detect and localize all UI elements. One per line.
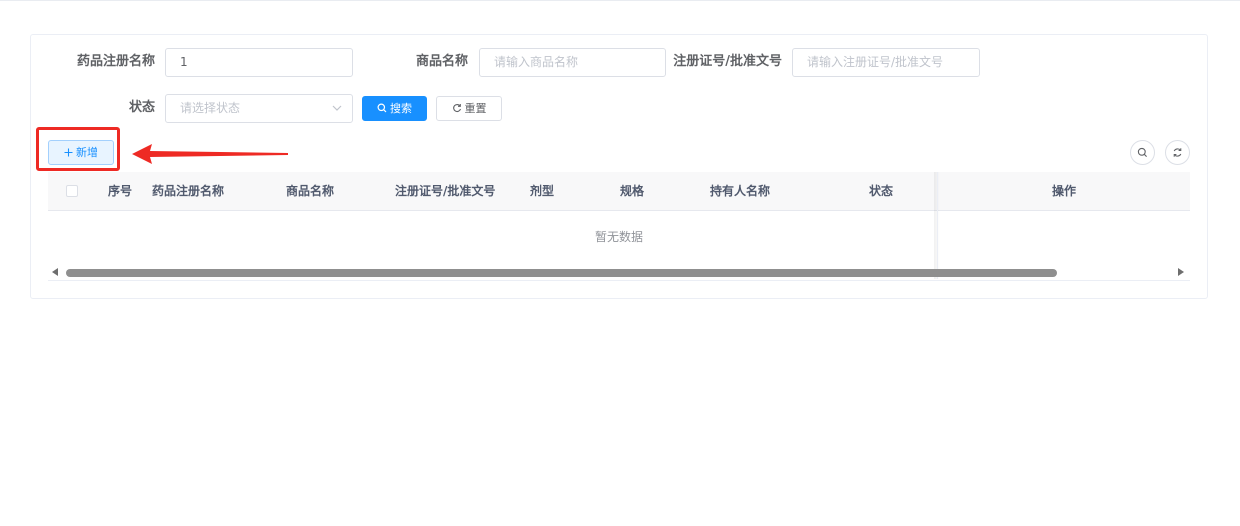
column-header-holder-name: 持有人名称 [710,184,771,198]
refresh-icon [452,103,461,113]
column-header-license-no: 注册证号/批准文号 [395,184,496,198]
status-select-placeholder: 请选择状态 [180,101,241,115]
empty-state-text: 暂无数据 [594,230,643,244]
license-no-input[interactable]: 请输入注册证号/批准文号 [792,48,980,77]
drug-reg-name-input[interactable]: 1 [165,48,353,77]
reset-button[interactable]: 重置 [436,96,502,121]
column-header-actions: 操作 [1052,184,1077,198]
select-all-checkbox[interactable] [66,185,78,197]
search-button-label: 搜索 [390,102,412,115]
table-bottom-border [48,280,1190,281]
search-button[interactable]: 搜索 [362,96,427,121]
status-select[interactable]: 请选择状态 [165,94,353,123]
scroll-left-arrow-icon[interactable] [52,268,58,276]
scrollbar-thumb[interactable] [66,269,1057,277]
scroll-right-arrow-icon[interactable] [1178,268,1184,276]
license-no-label: 注册证号/批准文号 [673,54,782,69]
toolbar-search-button[interactable] [1130,140,1155,165]
chevron-down-icon [332,105,342,111]
fixed-column-divider [937,172,938,279]
status-label: 状态 [128,100,155,115]
column-header-specification: 规格 [620,184,645,198]
column-header-drug-reg-name: 药品注册名称 [152,184,225,198]
search-icon [377,103,387,113]
column-header-status: 状态 [869,184,894,198]
annotation-highlight-box [36,127,120,171]
column-header-product-name: 商品名称 [286,184,335,198]
annotation-arrow [132,144,288,164]
column-header-index: 序号 [108,184,133,198]
reset-button-label: 重置 [464,102,487,115]
refresh-icon [1173,148,1182,157]
column-header-dosage-form: 剂型 [530,184,555,198]
drug-reg-name-label: 药品注册名称 [76,54,155,69]
product-name-input[interactable]: 请输入商品名称 [479,48,666,77]
toolbar-refresh-button[interactable] [1165,140,1190,165]
search-icon [1137,147,1147,157]
top-divider [0,0,1240,1]
product-name-label: 商品名称 [415,54,468,69]
